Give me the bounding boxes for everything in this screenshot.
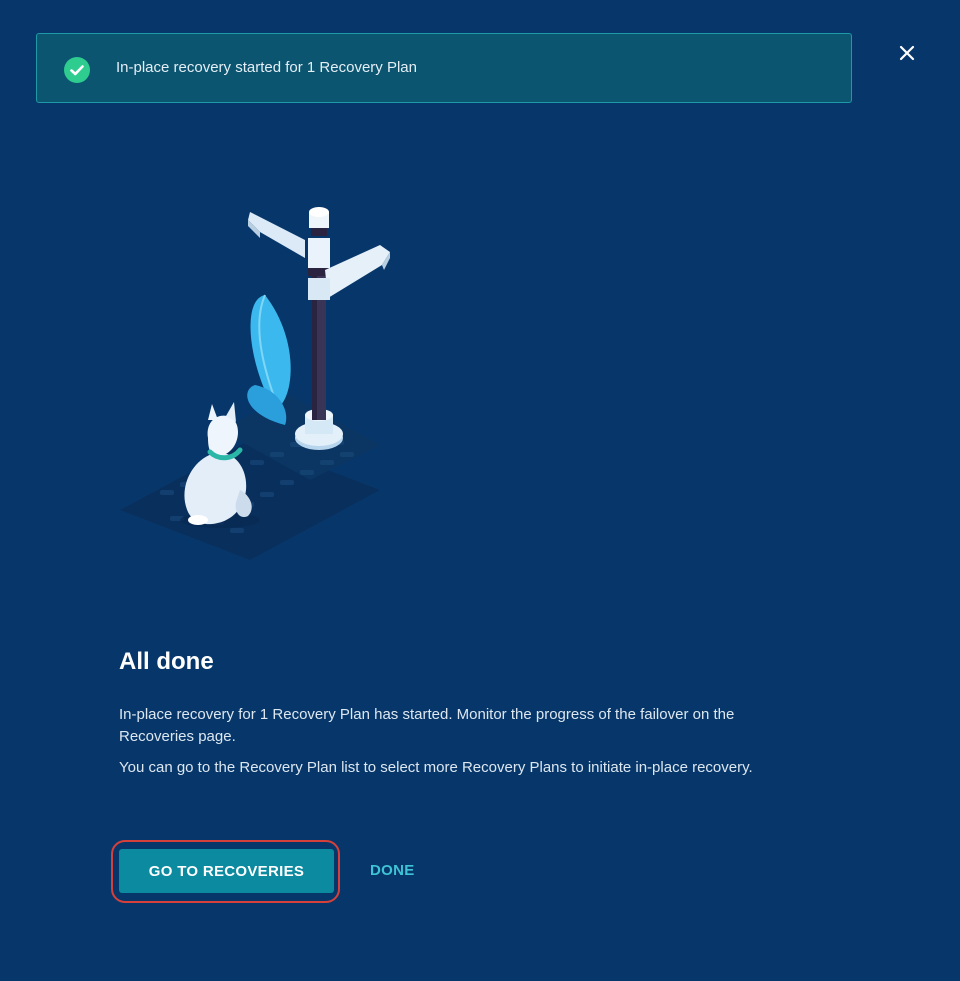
done-button[interactable]: DONE	[360, 849, 425, 893]
go-to-recoveries-button[interactable]: GO TO RECOVERIES	[119, 849, 334, 893]
next-steps-description: You can go to the Recovery Plan list to …	[119, 759, 753, 776]
toast-message: In-place recovery started for 1 Recovery…	[116, 59, 417, 76]
dialog-title: All done	[119, 648, 214, 675]
recovery-complete-dialog: In-place recovery started for 1 Recovery…	[0, 0, 960, 981]
check-circle-icon	[64, 57, 90, 83]
close-icon[interactable]	[893, 39, 921, 67]
ground-tiles	[120, 395, 380, 560]
signpost-with-dog-illustration	[120, 207, 390, 560]
success-toast: In-place recovery started for 1 Recovery…	[36, 33, 852, 103]
status-description: In-place recovery for 1 Recovery Plan ha…	[119, 706, 735, 745]
